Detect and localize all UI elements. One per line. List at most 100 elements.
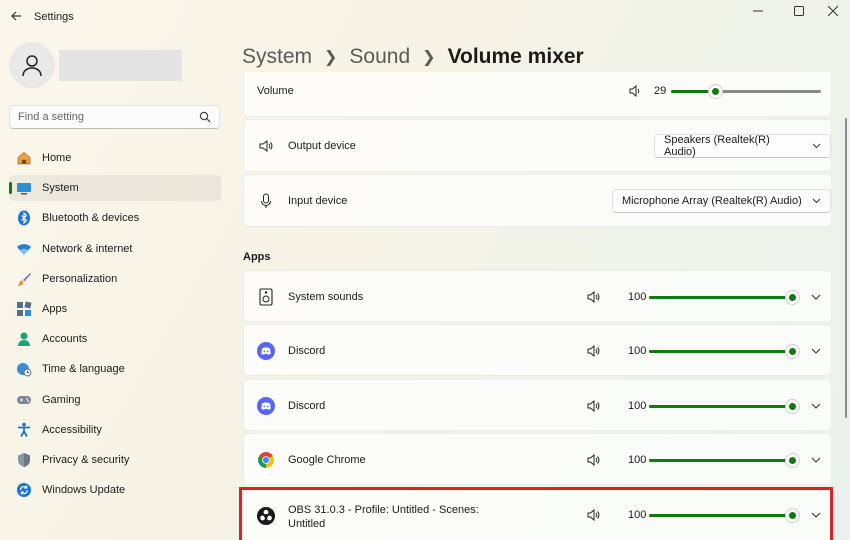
sidebar-item-label: Network & internet: [42, 242, 133, 255]
bluetooth-icon: [16, 210, 32, 226]
globe-clock-icon: [16, 361, 32, 377]
close-icon: [828, 6, 838, 16]
app-row-discord: Discord 100: [243, 379, 832, 431]
scrollbar[interactable]: [845, 118, 847, 418]
app-name: System sounds: [288, 291, 364, 303]
speaker-icon[interactable]: [587, 290, 601, 304]
app-name: Discord: [288, 400, 326, 412]
apps-section-title: Apps: [243, 251, 271, 263]
sidebar-item-windows-update[interactable]: Windows Update: [9, 477, 221, 503]
sidebar-item-apps[interactable]: Apps: [9, 296, 221, 322]
sidebar-item-label: System: [42, 182, 79, 195]
sidebar-item-label: Personalization: [42, 272, 118, 285]
volume-slider[interactable]: [671, 84, 821, 99]
input-device-label: Input device: [288, 195, 348, 207]
app-volume-slider[interactable]: [649, 453, 800, 468]
user-name-redacted: [59, 50, 182, 81]
breadcrumb-sound[interactable]: Sound: [349, 45, 410, 69]
page-title: Volume mixer: [447, 45, 584, 68]
breadcrumb: System ❯ Sound ❯ Volume mixer: [242, 42, 584, 72]
microphone-icon: [257, 192, 275, 210]
chevron-down-icon[interactable]: [810, 345, 822, 357]
input-device-dropdown[interactable]: Microphone Array (Realtek(R) Audio): [612, 189, 831, 213]
speaker-icon[interactable]: [587, 399, 601, 413]
sidebar-item-label: Accounts: [42, 333, 88, 346]
app-volume-slider-fill: [649, 405, 792, 408]
chevron-down-icon[interactable]: [810, 400, 822, 412]
breadcrumb-system[interactable]: System: [242, 45, 312, 69]
app-name: Google Chrome: [288, 454, 366, 466]
app-volume-slider[interactable]: [649, 344, 800, 359]
sidebar-item-label: Windows Update: [42, 484, 126, 497]
app-volume-slider-thumb[interactable]: [785, 399, 800, 414]
sidebar: Home System Bluetooth & devices Network …: [0, 34, 236, 540]
chevron-right-icon: ❯: [324, 49, 338, 66]
apps-icon: [16, 301, 32, 317]
volume-card: Volume 29: [243, 72, 832, 117]
speaker-icon[interactable]: [628, 84, 642, 98]
chevron-down-icon[interactable]: [810, 291, 822, 303]
volume-slider-thumb[interactable]: [708, 84, 723, 99]
app-volume-value: 100: [628, 345, 647, 357]
minimize-icon: [753, 10, 763, 12]
app-volume-slider-thumb[interactable]: [785, 290, 800, 305]
app-volume-slider-fill: [649, 350, 792, 353]
search-icon[interactable]: [199, 111, 211, 123]
sidebar-nav: Home System Bluetooth & devices Network …: [9, 145, 221, 507]
sidebar-item-system[interactable]: System: [9, 175, 221, 202]
sidebar-item-time-language[interactable]: Time & language: [9, 356, 221, 382]
speaker-icon[interactable]: [587, 453, 601, 467]
chrome-icon: [257, 451, 275, 469]
minimize-button[interactable]: [744, 4, 772, 18]
maximize-button[interactable]: [785, 4, 813, 18]
app-volume-slider-fill: [649, 296, 792, 299]
output-device-card: Output device Speakers (Realtek(R) Audio…: [243, 119, 832, 172]
sidebar-item-label: Privacy & security: [42, 453, 130, 466]
highlight-box: [239, 487, 833, 540]
sidebar-item-label: Time & language: [42, 363, 125, 376]
app-row-google-chrome: Google Chrome 100: [243, 433, 832, 485]
person-icon: [22, 55, 42, 77]
sidebar-item-gaming[interactable]: Gaming: [9, 387, 221, 413]
app-volume-slider-thumb[interactable]: [785, 453, 800, 468]
input-device-card: Input device Microphone Array (Realtek(R…: [243, 174, 832, 227]
chevron-down-icon[interactable]: [810, 454, 822, 466]
wifi-icon: [16, 241, 32, 257]
system-icon: [16, 180, 32, 196]
speaker-icon[interactable]: [587, 344, 601, 358]
person-icon: [16, 331, 32, 347]
app-volume-value: 100: [628, 454, 647, 466]
discord-icon: [257, 397, 275, 415]
search-input[interactable]: [10, 106, 195, 128]
sidebar-item-label: Home: [42, 152, 72, 164]
chevron-right-icon: ❯: [422, 49, 436, 66]
app-volume-slider[interactable]: [649, 290, 800, 305]
sidebar-item-network[interactable]: Network & internet: [9, 236, 221, 262]
app-volume-slider[interactable]: [649, 399, 800, 414]
close-button[interactable]: [819, 4, 847, 18]
shield-icon: [16, 452, 32, 468]
volume-value: 29: [654, 85, 667, 97]
sidebar-item-personalization[interactable]: Personalization: [9, 266, 221, 292]
output-device-label: Output device: [288, 140, 356, 152]
app-title: Settings: [34, 11, 74, 23]
search-box[interactable]: [9, 105, 220, 129]
output-device-value: Speakers (Realtek(R) Audio): [664, 134, 770, 158]
app-volume-slider-thumb[interactable]: [785, 344, 800, 359]
sidebar-item-label: Apps: [42, 302, 68, 315]
app-row-system-sounds: System sounds 100: [243, 270, 832, 322]
sidebar-item-home[interactable]: Home: [9, 145, 221, 171]
app-volume-slider-fill: [649, 459, 792, 462]
maximize-icon: [794, 6, 804, 16]
sidebar-item-accessibility[interactable]: Accessibility: [9, 417, 221, 443]
sidebar-item-label: Accessibility: [42, 423, 102, 436]
sidebar-item-bluetooth[interactable]: Bluetooth & devices: [9, 205, 221, 231]
avatar[interactable]: [9, 42, 55, 88]
back-button[interactable]: [6, 6, 26, 26]
output-device-dropdown[interactable]: Speakers (Realtek(R) Audio): [654, 134, 831, 158]
app-row-discord: Discord 100: [243, 324, 832, 376]
sidebar-item-accounts[interactable]: Accounts: [9, 326, 221, 352]
sidebar-item-privacy[interactable]: Privacy & security: [9, 447, 221, 473]
input-device-value: Microphone Array (Realtek(R) Audio): [622, 195, 802, 207]
active-indicator: [9, 182, 12, 195]
